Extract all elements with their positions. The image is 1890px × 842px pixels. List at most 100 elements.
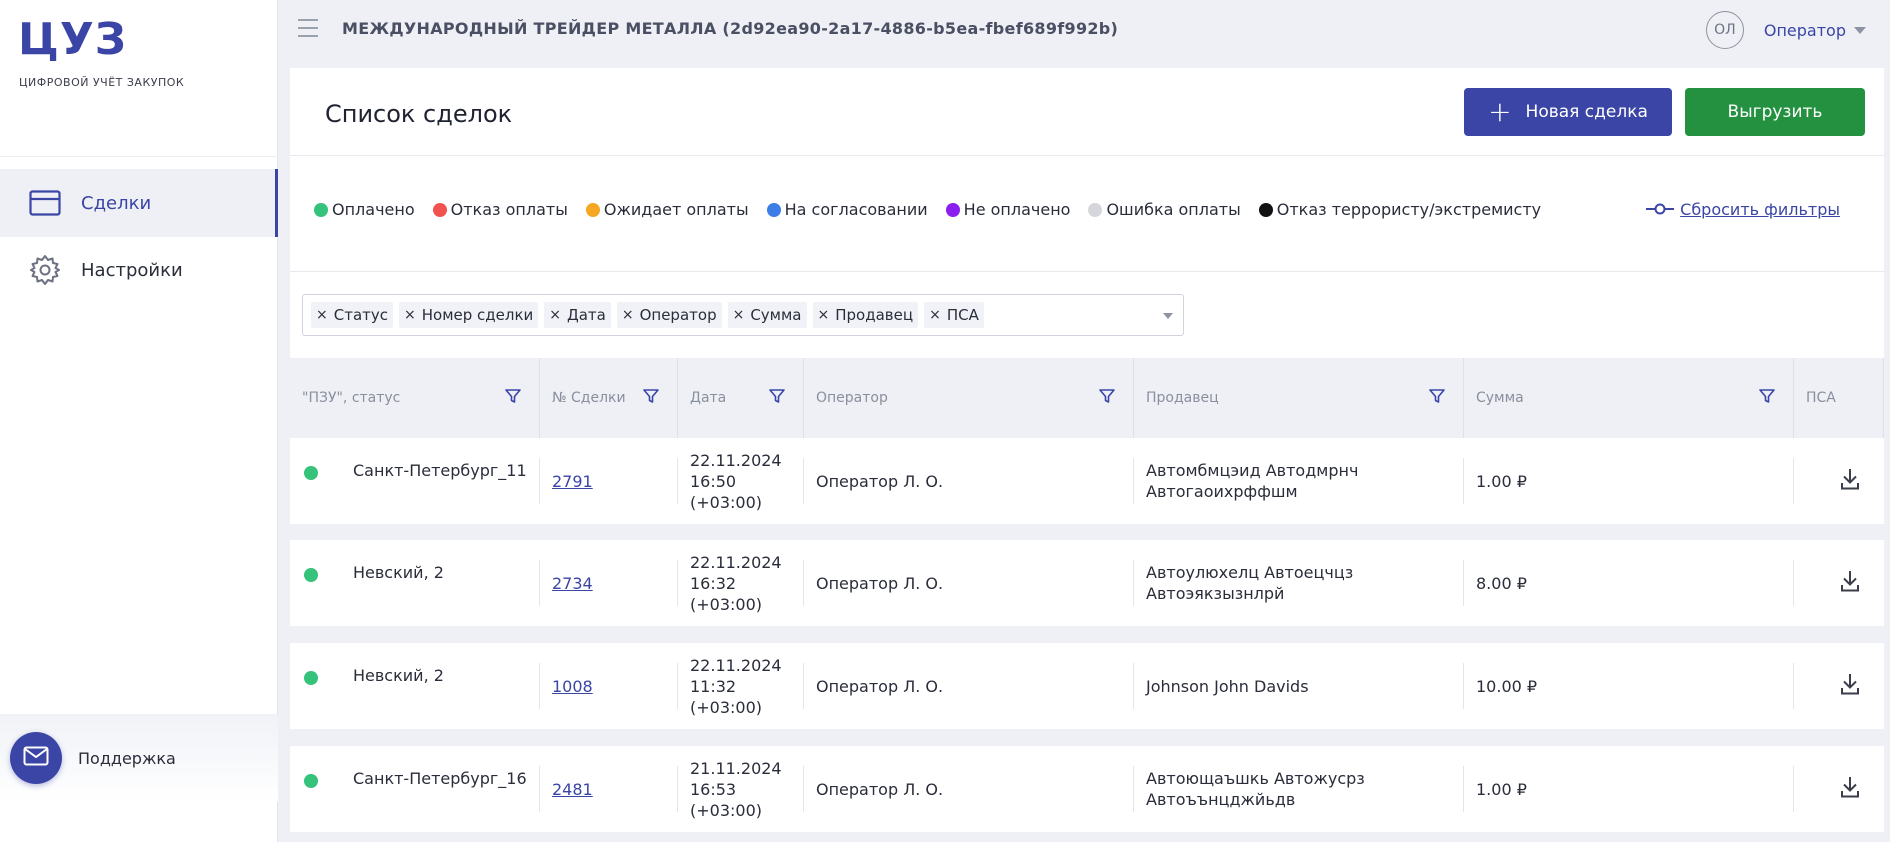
- gear-icon: [29, 254, 61, 286]
- close-icon[interactable]: ×: [622, 307, 634, 323]
- legend-item-payment-refused: Отказ оплаты: [432, 200, 568, 219]
- download-icon[interactable]: [1840, 570, 1860, 596]
- status-dot: [432, 202, 447, 217]
- column-header-operator: Оператор: [804, 358, 1134, 438]
- column-tag: × Номер сделки: [399, 302, 539, 328]
- column-tag: × ПСА: [924, 302, 984, 328]
- legend-item-paid: Оплачено: [314, 200, 415, 219]
- column-header-seller: Продавец: [1134, 358, 1464, 438]
- close-icon[interactable]: ×: [404, 307, 416, 323]
- sidebar-item-deals[interactable]: Сделки: [0, 169, 278, 237]
- operator-cell: Оператор Л. О.: [804, 438, 1134, 524]
- filter-icon[interactable]: [1429, 388, 1445, 408]
- avatar[interactable]: ОЛ: [1705, 11, 1744, 49]
- deal-link[interactable]: 2481: [552, 780, 593, 799]
- operator-cell: Оператор Л. О.: [804, 643, 1134, 729]
- amount-cell: 1.00 ₽: [1464, 746, 1794, 832]
- close-icon[interactable]: ×: [929, 307, 941, 323]
- table-row[interactable]: Санкт-Петербург_16 2481 21.11.2024 16:53(…: [290, 746, 1884, 832]
- user-role[interactable]: Оператор: [1764, 21, 1846, 40]
- user-menu[interactable]: ОЛ Оператор: [1705, 11, 1866, 49]
- psa-cell: [1794, 540, 1884, 626]
- page-title: Список сделок: [325, 100, 513, 128]
- card-icon: [29, 187, 61, 219]
- page-header: Список сделок + Новая сделка Выгрузить: [290, 68, 1884, 156]
- reset-filters-link[interactable]: Сбросить фильтры: [1646, 200, 1840, 219]
- table-row[interactable]: Невский, 2 1008 22.11.2024 11:32 (+03:00) …: [290, 643, 1884, 729]
- sidebar-item-settings[interactable]: Настройки: [0, 236, 278, 304]
- status-dot: [304, 568, 318, 582]
- menu-icon[interactable]: [298, 19, 318, 37]
- legend-item-pending-approval: На согласовании: [766, 200, 928, 219]
- filter-icon[interactable]: [505, 388, 521, 408]
- table-header: "ПЗУ", статус № Сделки Дата Оператор Про…: [290, 358, 1884, 438]
- column-tag: × Дата: [544, 302, 611, 328]
- status-dot: [945, 202, 960, 217]
- support-link[interactable]: Поддержка: [0, 714, 278, 802]
- support-label: Поддержка: [78, 748, 176, 768]
- legend-item-payment-error: Ошибка оплаты: [1088, 200, 1241, 219]
- deal-link[interactable]: 2791: [552, 472, 593, 491]
- sidebar-item-label: Сделки: [81, 192, 152, 214]
- download-icon[interactable]: [1840, 673, 1860, 699]
- deal-link[interactable]: 1008: [552, 677, 593, 696]
- deal-number-cell: 2791: [540, 438, 678, 524]
- pzu-cell: Невский, 2: [290, 540, 540, 626]
- filter-reset-icon: [1646, 200, 1675, 219]
- status-dot: [304, 774, 318, 788]
- column-select[interactable]: × Статус × Номер сделки × Дата × Оператор × С…: [302, 294, 1184, 336]
- chevron-down-icon[interactable]: [1854, 26, 1866, 34]
- column-tag: × Статус: [311, 302, 393, 328]
- close-icon[interactable]: ×: [818, 307, 830, 323]
- seller-cell: Johnson John Davids: [1134, 643, 1464, 729]
- sidebar-item-label: Настройки: [81, 259, 183, 281]
- psa-cell: [1794, 438, 1884, 524]
- app-logo: ЦУЗ: [18, 14, 128, 65]
- psa-cell: [1794, 746, 1884, 832]
- filter-icon[interactable]: [1759, 388, 1775, 408]
- download-icon[interactable]: [1840, 468, 1860, 494]
- pzu-cell: Санкт-Петербург_11: [290, 438, 540, 524]
- close-icon[interactable]: ×: [316, 307, 328, 323]
- table-row[interactable]: Санкт-Петербург_11 2791 22.11.2024 16:50(…: [290, 438, 1884, 524]
- table-row[interactable]: Невский, 2 2734 22.11.2024 16:32 (+03:00) …: [290, 540, 1884, 626]
- filter-icon[interactable]: [643, 388, 659, 408]
- deal-link[interactable]: 2734: [552, 574, 593, 593]
- chevron-down-icon[interactable]: [1163, 313, 1173, 319]
- support-button[interactable]: [10, 732, 62, 784]
- filter-icon[interactable]: [1099, 388, 1115, 408]
- status-dot: [1088, 202, 1103, 217]
- deal-number-cell: 2734: [540, 540, 678, 626]
- new-deal-button[interactable]: + Новая сделка: [1464, 88, 1672, 136]
- filter-icon[interactable]: [769, 388, 785, 408]
- status-dot: [314, 202, 328, 217]
- amount-cell: 8.00 ₽: [1464, 540, 1794, 626]
- new-deal-label: Новая сделка: [1525, 102, 1648, 122]
- operator-cell: Оператор Л. О.: [804, 746, 1134, 832]
- reset-filters-label: Сбросить фильтры: [1680, 200, 1840, 219]
- column-header-psa: ПСА: [1794, 358, 1884, 438]
- column-tag: × Оператор: [616, 302, 722, 328]
- psa-cell: [1794, 643, 1884, 729]
- column-header-deal-number: № Сделки: [540, 358, 678, 438]
- status-dot: [1258, 202, 1273, 217]
- column-header-date: Дата: [678, 358, 804, 438]
- seller-cell: Автоющаъшкь Автожусрз Автоъънцджйьдв: [1134, 746, 1464, 832]
- date-cell: 22.11.2024 16:50 (+03:00): [678, 438, 804, 524]
- column-header-pzu: "ПЗУ", статус: [290, 358, 540, 438]
- pzu-cell: Санкт-Петербург_16: [290, 746, 540, 832]
- app-logo-subtitle: ЦИФРОВОЙ УЧЁТ ЗАКУПОК: [19, 76, 185, 89]
- topbar: МЕЖДУНАРОДНЫЙ ТРЕЙДЕР МЕТАЛЛА (2d92ea90-…: [278, 0, 1890, 56]
- close-icon[interactable]: ×: [549, 307, 561, 323]
- legend-item-awaiting-payment: Ожидает оплаты: [585, 200, 749, 219]
- date-cell: 21.11.2024 16:53 (+03:00): [678, 746, 804, 832]
- column-tag: × Продавец: [812, 302, 919, 328]
- main-content: Список сделок + Новая сделка Выгрузить О…: [290, 68, 1884, 842]
- pzu-cell: Невский, 2: [290, 643, 540, 729]
- export-button[interactable]: Выгрузить: [1685, 88, 1865, 136]
- close-icon[interactable]: ×: [733, 307, 745, 323]
- mail-icon: [23, 746, 49, 770]
- download-icon[interactable]: [1840, 776, 1860, 802]
- plus-icon: +: [1488, 95, 1512, 128]
- column-tag: × Сумма: [727, 302, 807, 328]
